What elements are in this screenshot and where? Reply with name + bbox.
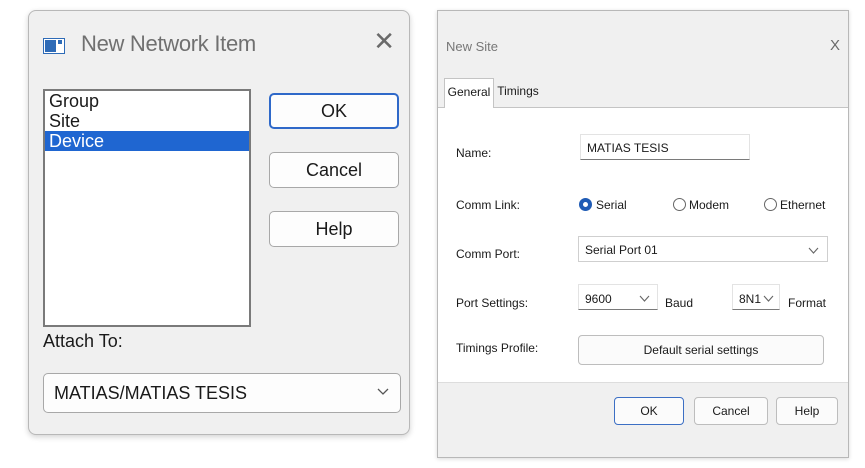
chevron-down-icon	[808, 247, 819, 254]
chevron-down-icon	[763, 295, 774, 302]
window-icon	[43, 38, 65, 54]
comm-port-dropdown[interactable]: Serial Port 01	[578, 236, 828, 262]
radio-ethernet[interactable]	[764, 198, 777, 211]
format-label: Format	[788, 296, 827, 310]
general-panel: Name: MATIAS TESIS Comm Link: Serial Mod…	[438, 107, 848, 383]
radio-modem-label: Modem	[689, 198, 730, 212]
help-button[interactable]: Help	[776, 397, 838, 425]
ok-button[interactable]: OK	[269, 93, 399, 129]
cancel-button[interactable]: Cancel	[269, 152, 399, 188]
chevron-down-icon	[377, 388, 389, 395]
radio-serial-label: Serial	[596, 198, 627, 212]
attach-to-value: MATIAS/MATIAS TESIS	[54, 383, 248, 403]
new-network-item-dialog: New Network Item ✕ Group Site Device OK …	[28, 10, 410, 435]
tab-timings[interactable]: Timings	[494, 80, 542, 102]
format-dropdown[interactable]: 8N1	[732, 284, 780, 310]
baud-dropdown[interactable]: 9600	[578, 284, 658, 310]
tab-general[interactable]: General	[444, 78, 494, 108]
name-input[interactable]: MATIAS TESIS	[580, 134, 750, 160]
baud-label: Baud	[665, 296, 694, 310]
format-value: 8N1	[739, 292, 762, 306]
comm-port-value: Serial Port 01	[585, 243, 658, 257]
dialog-title: New Site	[446, 39, 499, 54]
timings-profile-label: Timings Profile:	[456, 341, 539, 355]
attach-to-dropdown[interactable]: MATIAS/MATIAS TESIS	[43, 373, 401, 413]
item-type-list[interactable]: Group Site Device	[43, 89, 251, 327]
name-label: Name:	[456, 146, 492, 160]
comm-port-label: Comm Port:	[456, 247, 521, 261]
list-item-site[interactable]: Site	[45, 111, 249, 131]
radio-serial[interactable]	[579, 198, 592, 211]
close-icon[interactable]: ✕	[373, 26, 395, 56]
comm-link-label: Comm Link:	[456, 198, 521, 212]
close-icon[interactable]: X	[830, 37, 840, 54]
ok-button[interactable]: OK	[614, 397, 684, 425]
list-item-device[interactable]: Device	[45, 131, 249, 151]
new-site-dialog: New Site X General Timings Name: MATIAS …	[437, 10, 849, 458]
radio-ethernet-label: Ethernet	[780, 198, 826, 212]
help-button[interactable]: Help	[269, 211, 399, 247]
port-settings-label: Port Settings:	[456, 296, 529, 310]
chevron-down-icon	[639, 295, 650, 302]
default-serial-settings-button[interactable]: Default serial settings	[578, 335, 824, 365]
list-item-group[interactable]: Group	[45, 91, 249, 111]
radio-modem[interactable]	[673, 198, 686, 211]
tab-bar: General Timings	[438, 78, 848, 108]
attach-to-label: Attach To:	[43, 331, 123, 351]
baud-value: 9600	[585, 292, 612, 306]
cancel-button[interactable]: Cancel	[694, 397, 768, 425]
dialog-title: New Network Item	[81, 31, 256, 56]
name-value: MATIAS TESIS	[587, 141, 669, 155]
